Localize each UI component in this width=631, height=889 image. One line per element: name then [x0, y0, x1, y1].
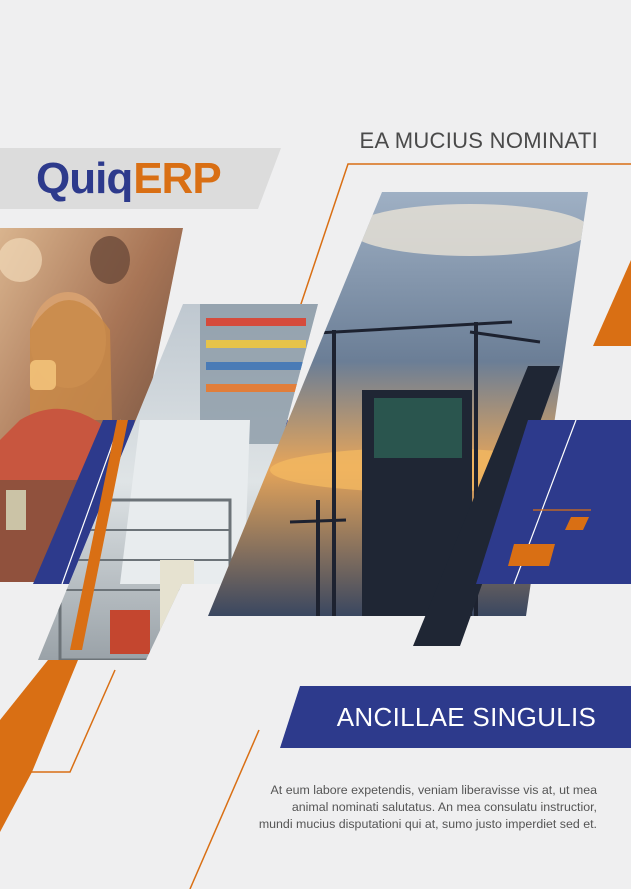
top-heading: EA MUCIUS NOMINATI	[359, 128, 598, 153]
body-paragraph: At eum labore expetendis, veniam liberav…	[258, 783, 597, 831]
title-banner: ANCILLAE SINGULIS	[280, 686, 631, 748]
quiqerp-logo: Quiq ERP	[36, 150, 222, 208]
banner-title: ANCILLAE SINGULIS	[336, 701, 597, 732]
logo-quiq-text: Quiq	[36, 154, 133, 203]
logo-erp-text: ERP	[133, 154, 221, 203]
